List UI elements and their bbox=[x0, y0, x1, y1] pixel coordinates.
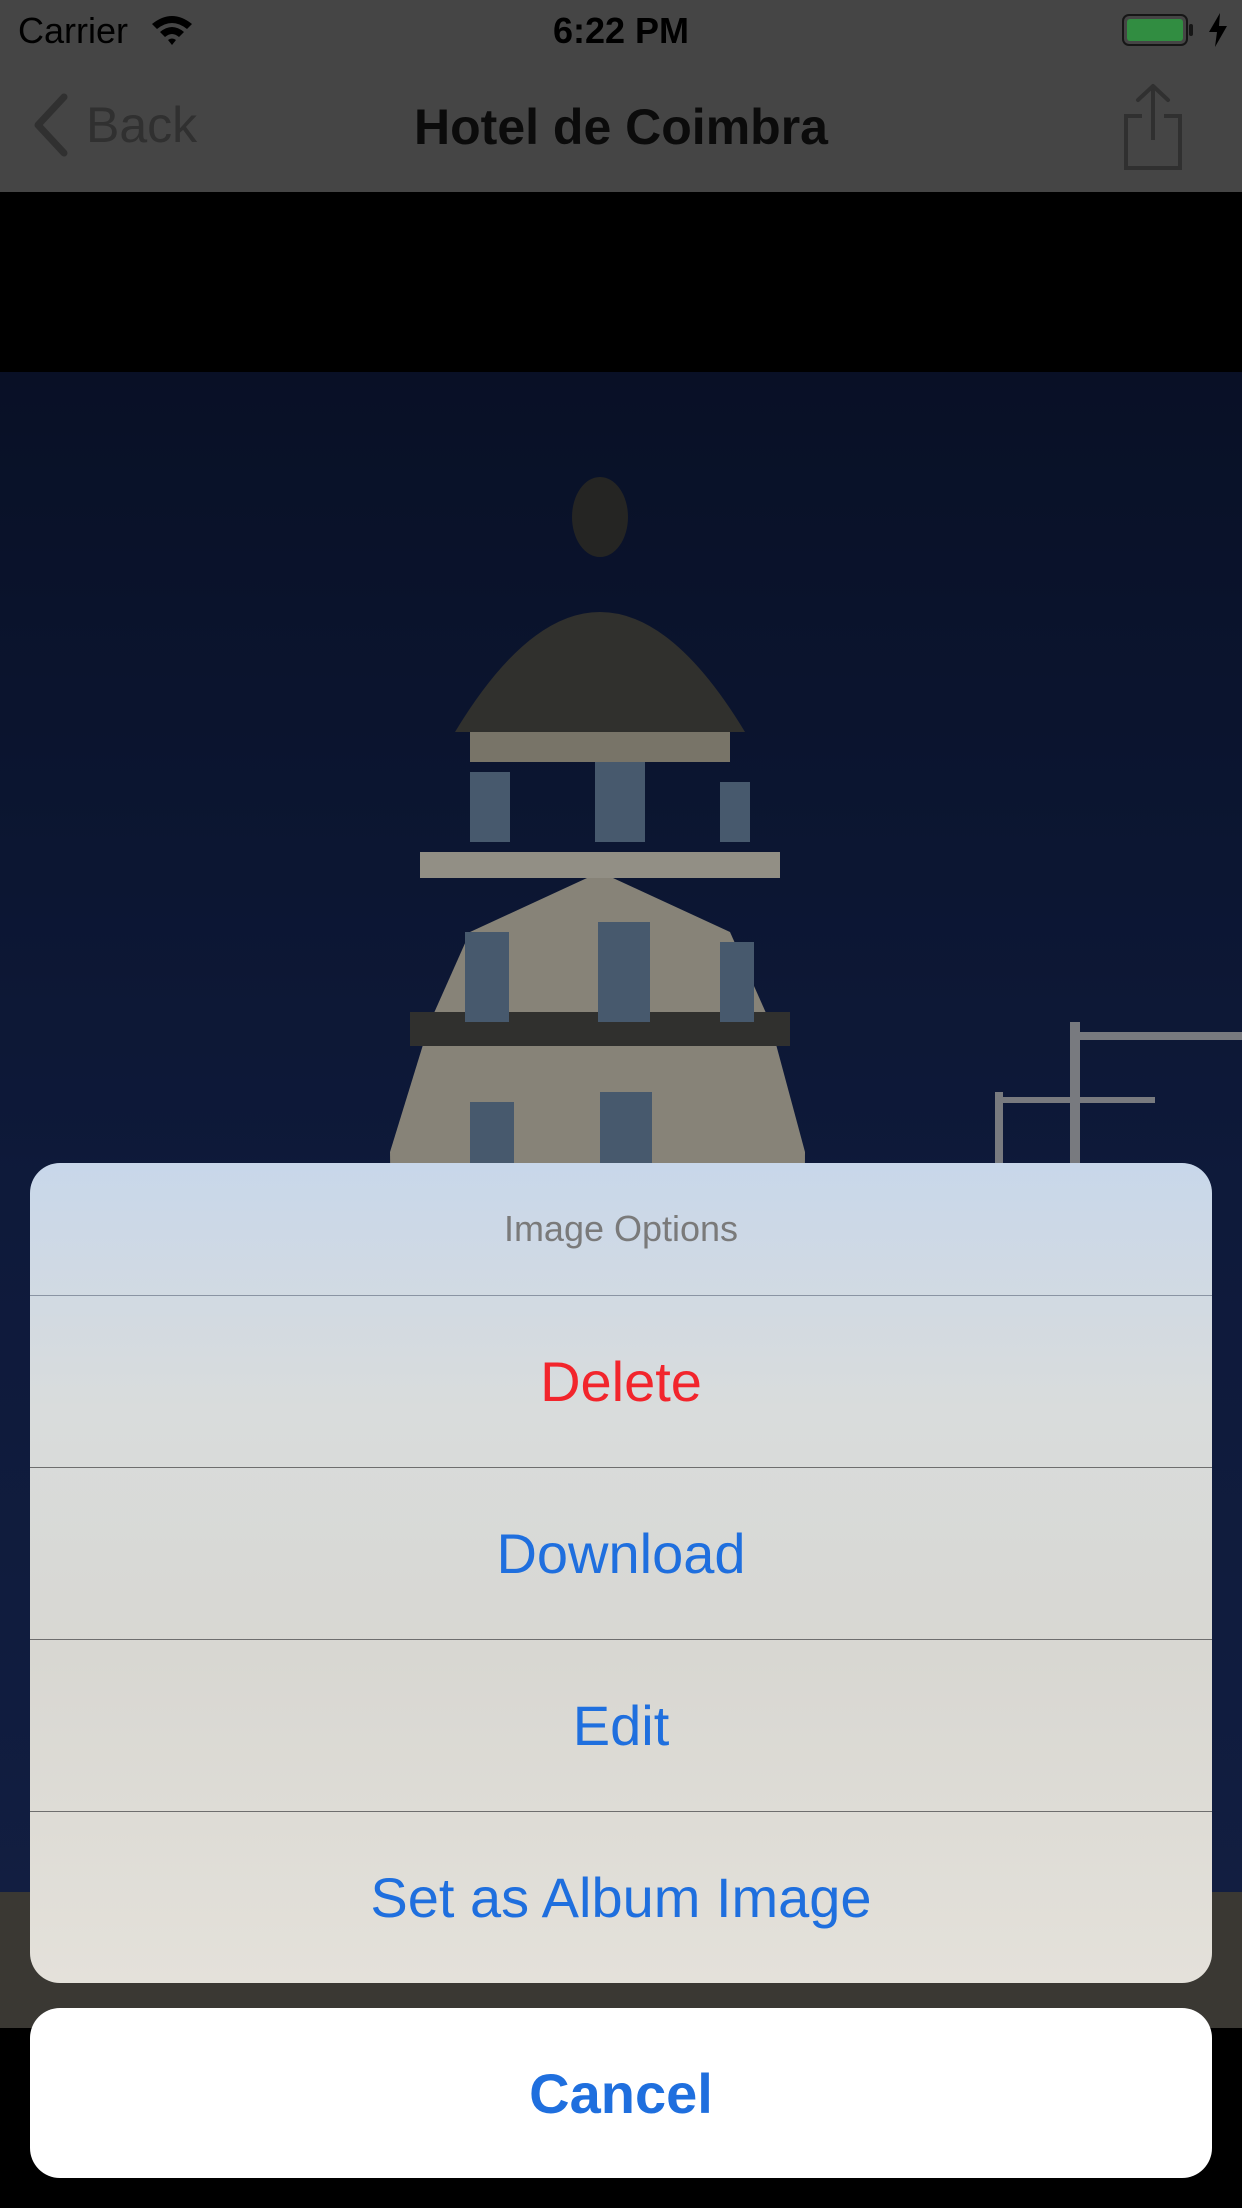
action-sheet: Image Options Delete Download Edit Set a… bbox=[30, 1163, 1212, 1983]
download-button[interactable]: Download bbox=[30, 1468, 1212, 1640]
edit-button[interactable]: Edit bbox=[30, 1640, 1212, 1812]
delete-button[interactable]: Delete bbox=[30, 1296, 1212, 1468]
set-as-album-image-button[interactable]: Set as Album Image bbox=[30, 1812, 1212, 1983]
cancel-button[interactable]: Cancel bbox=[30, 2008, 1212, 2178]
action-sheet-title: Image Options bbox=[30, 1163, 1212, 1296]
